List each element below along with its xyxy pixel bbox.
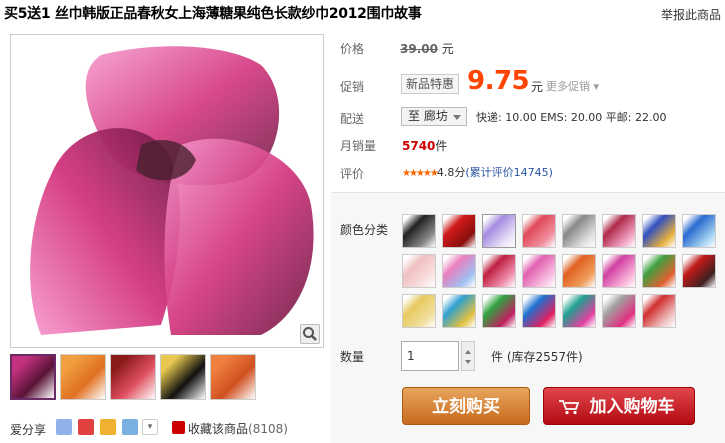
star-rating-icon: ★★★★★ <box>402 168 439 179</box>
color-swatch-8[interactable] <box>682 214 716 248</box>
color-swatch-5[interactable] <box>562 214 596 248</box>
main-product-image[interactable] <box>10 34 324 348</box>
color-swatch-3[interactable] <box>482 214 516 248</box>
shipping-destination-value: 至 廊坊 <box>408 109 448 123</box>
sales-unit: 件 <box>435 139 448 153</box>
color-swatch-9[interactable] <box>402 254 436 288</box>
favorite-link[interactable]: 收藏该商品(8108) <box>188 420 288 437</box>
color-swatch-13[interactable] <box>562 254 596 288</box>
share-label: 爱分享 <box>10 423 47 437</box>
price-label: 价格 <box>340 42 365 56</box>
shipping-label: 配送 <box>340 112 365 126</box>
color-swatch-4[interactable] <box>522 214 556 248</box>
color-swatch-21[interactable] <box>562 294 596 328</box>
shipping-fees: 快递: 10.00 EMS: 20.00 平邮: 22.00 <box>476 111 667 124</box>
promo-label: 促销 <box>340 80 365 94</box>
color-swatch-12[interactable] <box>522 254 556 288</box>
more-promos-label[interactable]: 更多促销 <box>546 80 590 93</box>
thumbnail-3[interactable] <box>110 354 156 400</box>
promo-badge: 新品特惠 <box>401 74 460 94</box>
magnifier-icon[interactable] <box>300 324 320 344</box>
color-swatch-17[interactable] <box>402 294 436 328</box>
monthly-sales: 5740件 <box>402 137 447 154</box>
original-price: 39.00 <box>400 42 438 56</box>
add-to-cart-button[interactable]: 加入购物车 <box>543 387 695 425</box>
price-row: 价格 39.00 元 <box>340 40 454 57</box>
dropdown-arrow-icon <box>453 115 461 120</box>
sales-label: 月销量 <box>340 139 377 153</box>
color-swatch-10[interactable] <box>442 254 476 288</box>
thumbnail-4[interactable] <box>160 354 206 400</box>
more-promos-link[interactable]: 更多促销 ▾ <box>546 78 599 94</box>
decrease-arrow-icon[interactable] <box>465 360 471 364</box>
product-title: 买5送1 丝巾韩版正品春秋女上海薄糖果纯色长款纱巾2012围巾故事 <box>4 6 422 22</box>
color-swatch-7[interactable] <box>642 214 676 248</box>
share-renren-icon[interactable] <box>56 419 72 435</box>
color-swatch-23[interactable] <box>642 294 676 328</box>
share-more-icon[interactable] <box>122 419 138 435</box>
scarf-image <box>30 46 314 335</box>
color-category-label: 颜色分类 <box>340 223 389 237</box>
quantity-label: 数量 <box>340 350 365 364</box>
review-count-link[interactable]: (累计评价14745) <box>465 166 553 179</box>
favorite-count: (8108) <box>248 422 288 436</box>
color-swatch-6[interactable] <box>602 214 636 248</box>
rating-label: 评价 <box>340 167 365 181</box>
color-swatch-16[interactable] <box>682 254 716 288</box>
color-swatch-14[interactable] <box>602 254 636 288</box>
rating-score: 4.8分 <box>436 166 466 179</box>
share-qzone-icon[interactable] <box>100 419 116 435</box>
thumbnail-5[interactable] <box>210 354 256 400</box>
color-swatch-11[interactable] <box>482 254 516 288</box>
chevron-down-icon: ▾ <box>593 80 600 93</box>
price-unit: 元 <box>441 42 454 56</box>
rating: ★★★★★4.8分(累计评价14745) <box>402 164 553 180</box>
increase-arrow-icon[interactable] <box>465 350 471 354</box>
share-weibo-icon[interactable] <box>78 419 94 435</box>
color-swatch-19[interactable] <box>482 294 516 328</box>
thumbnail-2[interactable] <box>60 354 106 400</box>
quantity-stepper[interactable] <box>461 341 475 371</box>
favorite-icon[interactable] <box>172 421 185 434</box>
report-link[interactable]: 举报此商品 <box>661 6 721 23</box>
shipping-destination-select[interactable]: 至 廊坊 <box>401 107 467 126</box>
color-swatch-2[interactable] <box>442 214 476 248</box>
add-to-cart-label[interactable]: 加入购物车 <box>590 397 675 417</box>
sales-count: 5740 <box>402 139 436 153</box>
color-swatch-1[interactable] <box>402 214 436 248</box>
thumbnail-1[interactable] <box>10 354 56 400</box>
color-swatch-20[interactable] <box>522 294 556 328</box>
color-swatch-18[interactable] <box>442 294 476 328</box>
quantity-input[interactable]: 1 <box>401 341 459 371</box>
shopping-cart-icon <box>559 400 580 415</box>
promo-price: 9.75 <box>467 66 530 96</box>
favorite-label[interactable]: 收藏该商品 <box>188 422 248 436</box>
color-swatch-22[interactable] <box>602 294 636 328</box>
promo-price-unit: 元 <box>531 80 544 94</box>
stock-info: 件 (库存2557件) <box>491 350 583 364</box>
buy-now-button[interactable]: 立刻购买 <box>402 387 530 425</box>
color-swatch-15[interactable] <box>642 254 676 288</box>
share-dropdown-icon[interactable]: ▾ <box>142 419 158 435</box>
